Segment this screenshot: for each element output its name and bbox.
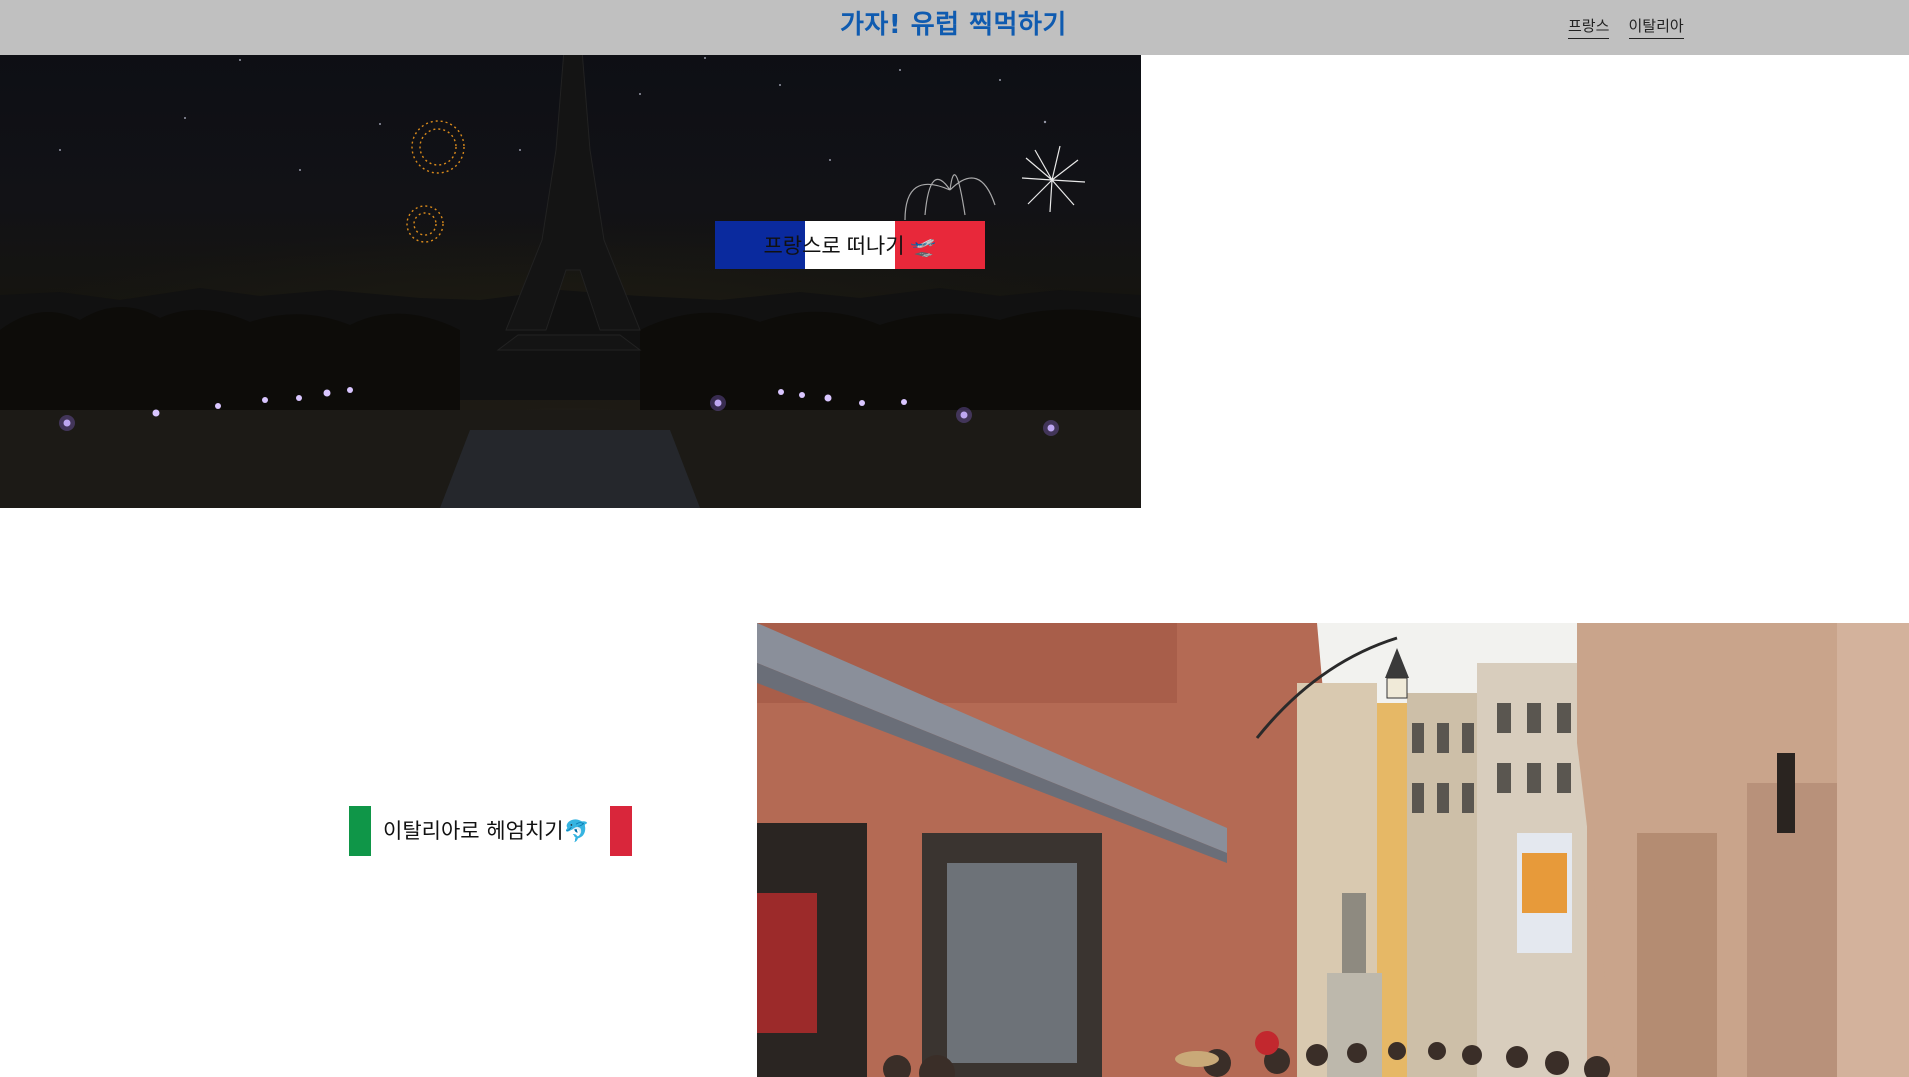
top-header: 가자! 유럽 찍먹하기 프랑스 이탈리아 xyxy=(0,0,1909,55)
go-italy-button[interactable]: 이탈리아로 헤엄치기🐬 xyxy=(349,806,632,856)
nav-link-france[interactable]: 프랑스 xyxy=(1568,15,1610,39)
nav-link-italy[interactable]: 이탈리아 xyxy=(1628,15,1684,39)
france-hero-image: 프랑스로 떠나기 🛫 xyxy=(0,0,1141,508)
go-france-button[interactable]: 프랑스로 떠나기 🛫 xyxy=(715,221,985,269)
venice-street-scene xyxy=(757,623,1909,1077)
go-italy-button-label: 이탈리아로 헤엄치기🐬 xyxy=(383,819,590,843)
main-nav: 프랑스 이탈리아 xyxy=(1568,15,1698,39)
go-france-button-label: 프랑스로 떠나기 🛫 xyxy=(763,235,937,258)
flag-stripe-red xyxy=(610,806,632,856)
flag-stripe-green xyxy=(349,806,371,856)
site-title: 가자! 유럽 찍먹하기 xyxy=(840,10,1067,40)
italy-street-image xyxy=(757,623,1909,1077)
